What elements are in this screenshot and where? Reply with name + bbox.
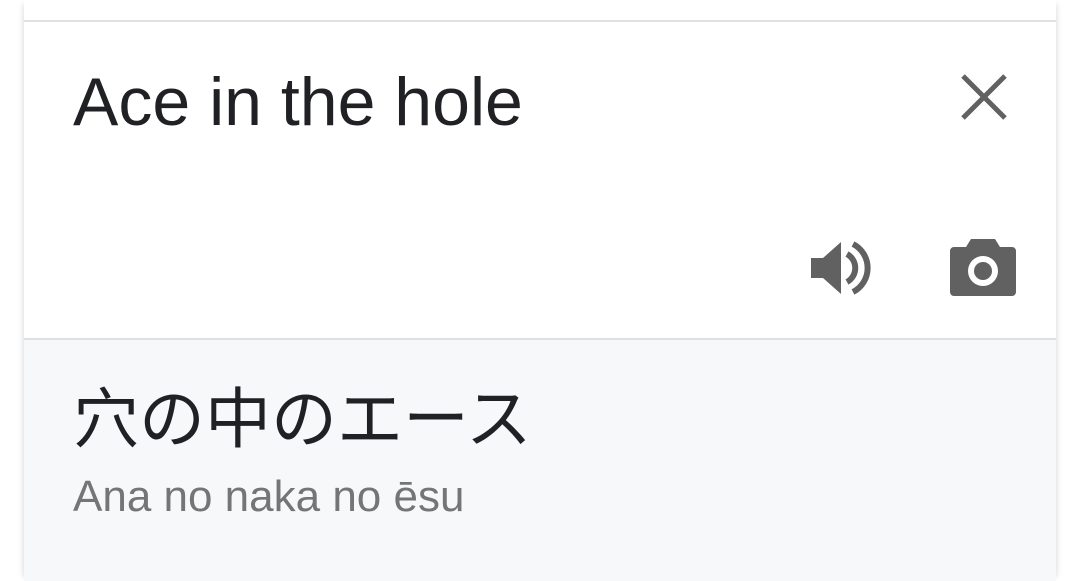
- volume-icon: [811, 241, 871, 295]
- translate-screen: Ace in the hole 穴の中のエース Ana no naka no ē…: [0, 0, 1080, 581]
- camera-button[interactable]: [945, 232, 1021, 302]
- clear-input-button[interactable]: [949, 62, 1019, 132]
- listen-button[interactable]: [805, 235, 875, 301]
- top-divider-strip: [24, 0, 1056, 22]
- translation-result-panel: 穴の中のエース Ana no naka no ēsu: [24, 340, 1056, 581]
- source-panel: Ace in the hole: [24, 22, 1056, 340]
- camera-icon: [950, 239, 1016, 296]
- source-text[interactable]: Ace in the hole: [73, 62, 523, 142]
- translated-text[interactable]: 穴の中のエース: [73, 380, 532, 460]
- close-icon: [961, 74, 1007, 120]
- romanization-text: Ana no naka no ēsu: [73, 472, 465, 521]
- translation-card: Ace in the hole 穴の中のエース Ana no naka no ē…: [24, 0, 1056, 581]
